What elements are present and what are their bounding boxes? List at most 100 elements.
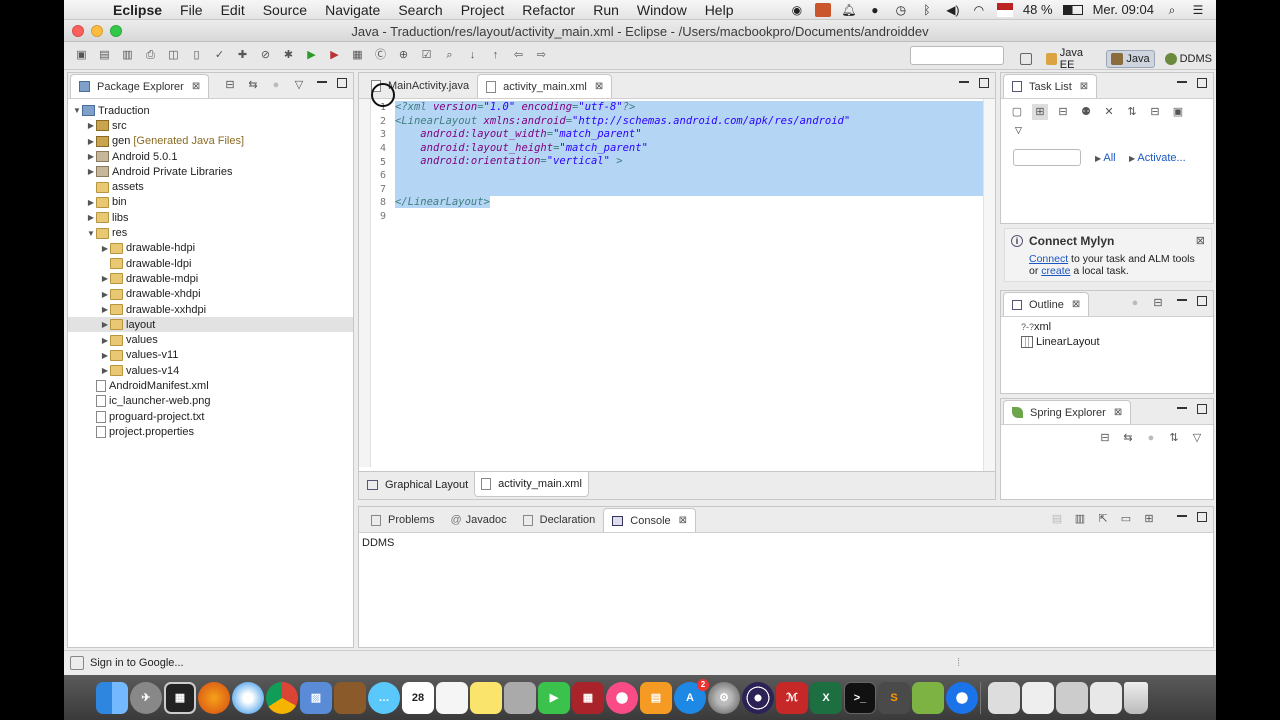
menu-navigate[interactable]: Navigate	[316, 2, 389, 18]
wifi-icon[interactable]: ◠	[971, 3, 987, 17]
menu-refactor[interactable]: Refactor	[513, 2, 584, 18]
collapsed-arrow-icon[interactable]: ▶	[86, 121, 96, 130]
minimize-icon[interactable]	[1177, 407, 1187, 409]
safari-icon[interactable]	[232, 681, 264, 714]
save-icon[interactable]: ▤	[95, 47, 114, 64]
code-line[interactable]: 4 android:layout_height="match_parent"	[371, 141, 983, 156]
close-icon[interactable]: ⊠	[1196, 234, 1205, 247]
android-studio-icon[interactable]	[912, 681, 944, 714]
tree-item[interactable]: ▶ values	[72, 332, 349, 347]
run-icon[interactable]: ▶	[302, 47, 321, 64]
tree-item[interactable]: ▶ Android Private Libraries	[72, 164, 349, 179]
quicktime-icon[interactable]	[946, 681, 978, 714]
activate-link[interactable]: ▶ Activate...	[1129, 152, 1186, 164]
tree-item[interactable]: ▶ gen [Generated Java Files]	[72, 134, 349, 149]
tab-problems[interactable]: Problems	[363, 508, 442, 532]
tree-item[interactable]: assets	[72, 179, 349, 194]
back-icon[interactable]: ⇦	[509, 47, 528, 64]
menu-app-name[interactable]: Eclipse	[104, 2, 171, 18]
minimize-icon[interactable]	[1177, 515, 1187, 517]
focus-task-icon[interactable]: ●	[268, 77, 284, 93]
record-icon[interactable]: ◉	[789, 3, 805, 17]
photo-booth-icon[interactable]: ▦	[572, 681, 604, 714]
save-all-icon[interactable]: ▥	[118, 47, 137, 64]
scroll-lock-icon[interactable]: ▥	[1072, 511, 1088, 527]
annotation-next-icon[interactable]: ↓	[463, 47, 482, 64]
collapsed-arrow-icon[interactable]: ▶	[100, 244, 110, 253]
text-edit-icon[interactable]	[436, 681, 468, 714]
preview-icon[interactable]: ▨	[300, 681, 332, 714]
repository-icon[interactable]: ▣	[1170, 104, 1186, 120]
minimize-icon[interactable]	[959, 81, 969, 83]
time-machine-icon[interactable]: ◷	[893, 3, 909, 17]
terminal-icon[interactable]: >_	[844, 681, 876, 714]
task-list-view-menu-icon[interactable]: ▽	[1015, 125, 1022, 136]
tree-item[interactable]: ▶ drawable-mdpi	[72, 271, 349, 286]
image-capture-icon[interactable]	[504, 681, 536, 714]
tree-item[interactable]: ▼ Traduction	[72, 103, 349, 118]
tree-item[interactable]: project.properties	[72, 424, 349, 439]
notification-center-icon[interactable]: ☰	[1190, 3, 1206, 17]
tab-task-list[interactable]: Task List ⊠	[1003, 74, 1098, 98]
clear-console-icon[interactable]: ▤	[1049, 511, 1065, 527]
open-task-icon[interactable]: ☑	[417, 47, 436, 64]
tree-item[interactable]: ic_launcher-web.png	[72, 394, 349, 409]
debug-icon[interactable]: ✱	[279, 47, 298, 64]
scheduled-icon[interactable]: ⊟	[1055, 104, 1071, 120]
collapsed-arrow-icon[interactable]: ▶	[100, 290, 110, 299]
lint-icon[interactable]: ✓	[210, 47, 229, 64]
open-perspective-button[interactable]	[1016, 51, 1036, 67]
finder-icon[interactable]	[96, 681, 128, 714]
open-console-icon[interactable]: ⊞	[1141, 511, 1157, 527]
tree-item[interactable]: ▶ values-v14	[72, 363, 349, 378]
battery-icon[interactable]	[1062, 4, 1083, 15]
expanded-arrow-icon[interactable]: ▼	[72, 106, 82, 115]
perspective-ddms[interactable]: DDMS	[1161, 51, 1216, 67]
outline-item-xml[interactable]: ?-?xml	[1021, 321, 1051, 333]
display-console-icon[interactable]: ▭	[1118, 511, 1134, 527]
menu-project[interactable]: Project	[452, 2, 514, 18]
collapse-all-icon[interactable]: ⊟	[1097, 430, 1113, 446]
sort-icon[interactable]: ⇅	[1166, 430, 1182, 446]
screen-capture-icon[interactable]	[814, 2, 831, 17]
tree-item[interactable]: ▶ bin	[72, 195, 349, 210]
collapse-icon[interactable]: ⊟	[1147, 104, 1163, 120]
tree-item[interactable]: ▶ layout	[68, 317, 353, 333]
system-preferences-icon[interactable]: ⚙	[708, 681, 740, 714]
tab-spring-explorer[interactable]: Spring Explorer ⊠	[1003, 400, 1132, 424]
maximize-icon[interactable]	[1197, 512, 1207, 522]
pin-console-icon[interactable]: ⇱	[1095, 511, 1111, 527]
view-menu-icon[interactable]: ▽	[1189, 430, 1205, 446]
collapsed-arrow-icon[interactable]: ▶	[100, 320, 110, 329]
eclipse-icon[interactable]	[742, 681, 774, 714]
avd-manager-icon[interactable]: ▯	[187, 47, 206, 64]
tree-item[interactable]: ▶ drawable-hdpi	[72, 241, 349, 256]
collapse-all-icon[interactable]: ⊟	[222, 77, 238, 93]
editor-scrollbar[interactable]	[983, 99, 995, 471]
collapsed-arrow-icon[interactable]: ▶	[86, 137, 96, 146]
search-toolbar-icon[interactable]: ⌕	[440, 47, 459, 64]
link-with-editor-icon[interactable]: ⇆	[1120, 430, 1136, 446]
collapsed-arrow-icon[interactable]: ▶	[100, 305, 110, 314]
sublime-text-icon[interactable]: S	[878, 681, 910, 714]
new-icon[interactable]: ▣	[72, 47, 91, 64]
menu-source[interactable]: Source	[254, 2, 316, 18]
chrome-icon[interactable]	[266, 681, 298, 714]
focus-active-task-icon[interactable]: ●	[1127, 295, 1143, 311]
menu-file[interactable]: File	[171, 2, 212, 18]
code-line[interactable]: 2 <LinearLayout xmlns:android="http://sch…	[371, 114, 983, 129]
collapsed-arrow-icon[interactable]: ▶	[86, 152, 96, 161]
tab-javadoc[interactable]: @ Javadoc	[442, 508, 514, 532]
screenshots-stack-icon[interactable]	[1056, 681, 1088, 714]
close-icon[interactable]: ⊠	[1080, 81, 1088, 92]
collapsed-arrow-icon[interactable]: ▶	[100, 351, 110, 360]
code-line[interactable]: 7	[371, 182, 983, 197]
skype-icon[interactable]: ●	[867, 3, 883, 17]
annotation-prev-icon[interactable]: ↑	[486, 47, 505, 64]
view-menu-icon[interactable]: ▽	[291, 77, 307, 93]
minimize-icon[interactable]	[1177, 299, 1187, 301]
sign-in-google-icon[interactable]	[70, 655, 84, 670]
code-line[interactable]: 1 <?xml version="1.0" encoding="utf-8"?>	[371, 101, 983, 115]
ibooks-icon[interactable]: ▤	[640, 681, 672, 714]
menu-search[interactable]: Search	[389, 2, 451, 18]
